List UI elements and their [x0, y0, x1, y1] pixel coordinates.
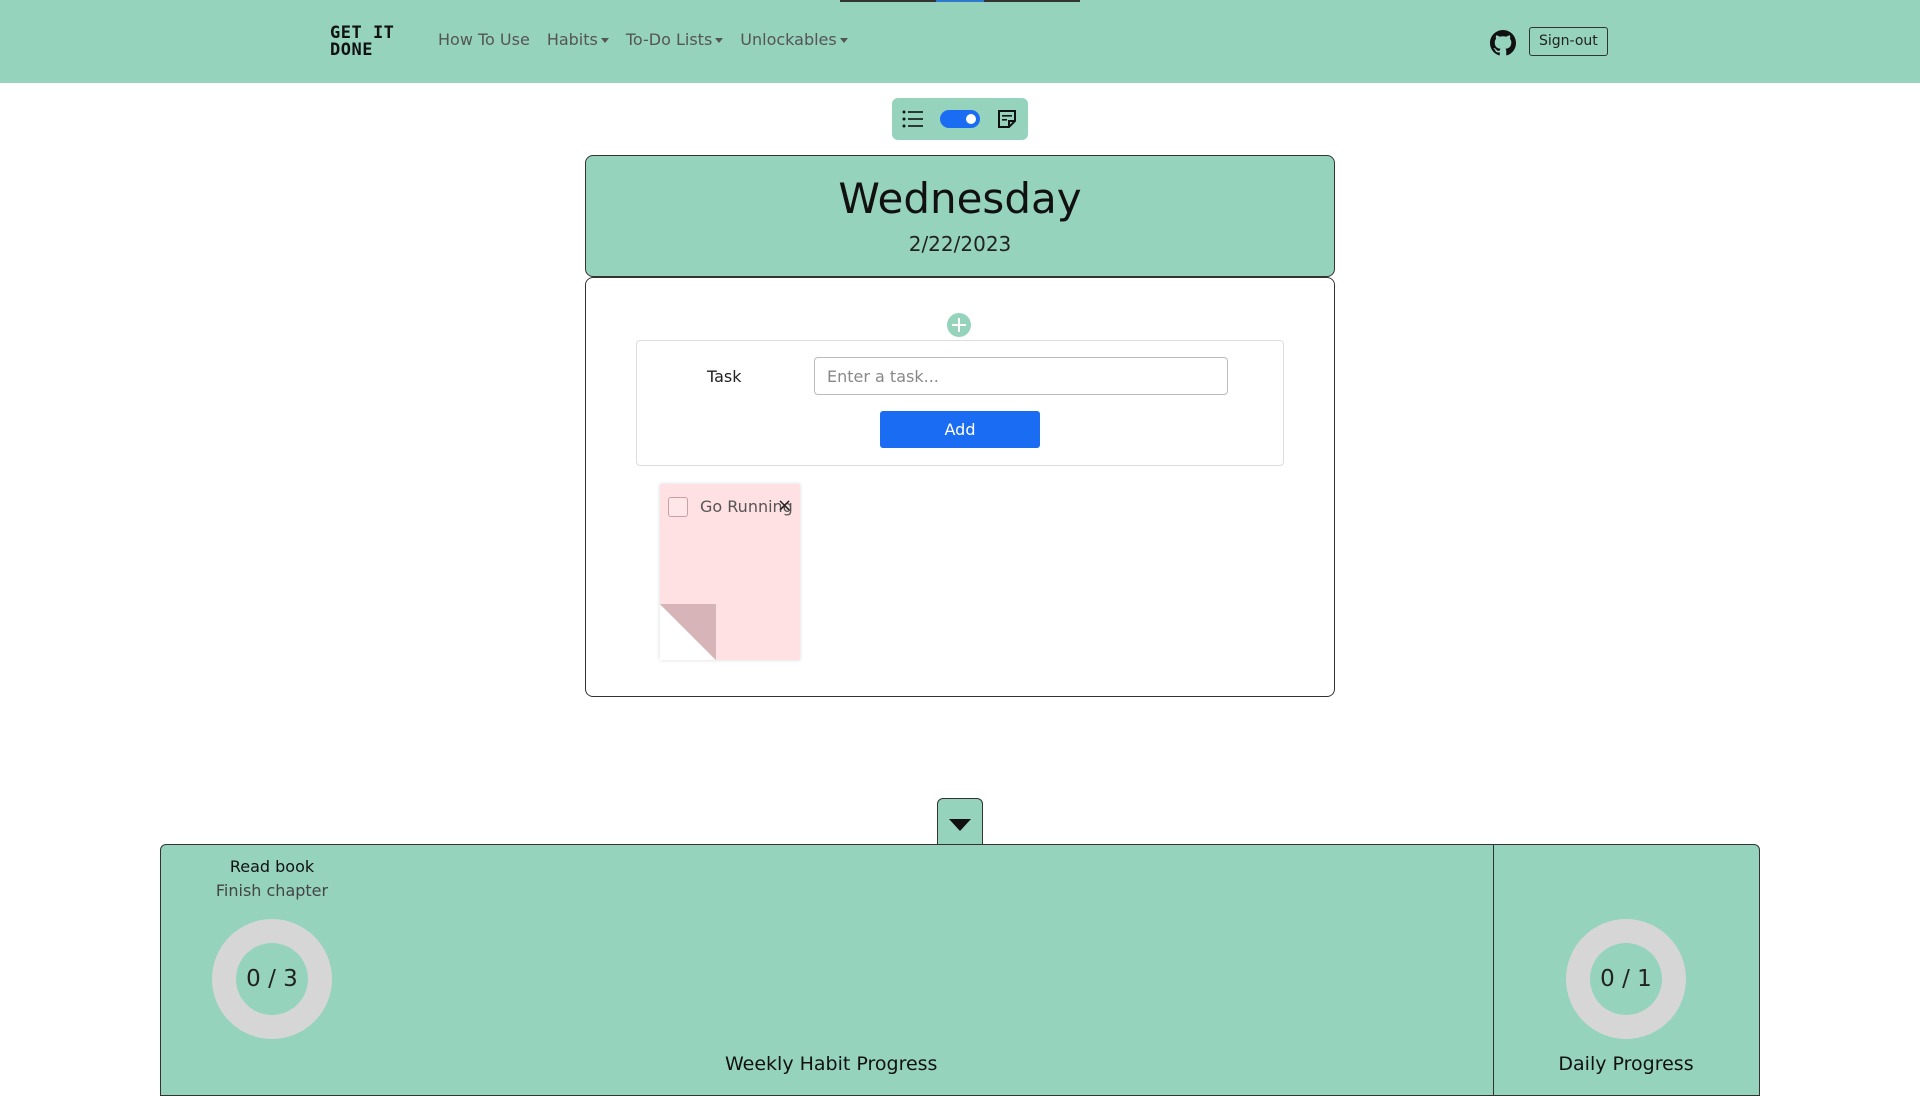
nav-link-how-to-use[interactable]: How To Use — [438, 30, 530, 49]
caret-down-icon — [949, 819, 971, 831]
task-form: Task Add — [636, 340, 1284, 466]
task-card: Task Add Go Running × — [585, 277, 1335, 697]
daily-progress-label: Daily Progress — [1558, 1053, 1694, 1075]
nav-links: How To Use Habits To-Do Lists Unlockable… — [438, 30, 848, 49]
daily-progress-value: 0 / 1 — [1590, 943, 1662, 1015]
collapse-panel-toggle[interactable] — [937, 798, 983, 845]
caret-down-icon — [715, 38, 724, 43]
day-card: Wednesday 2/22/2023 — [585, 155, 1335, 277]
nav-link-label: How To Use — [438, 30, 530, 49]
navbar: GET IT DONE How To Use Habits To-Do List… — [0, 0, 1920, 83]
task-input[interactable] — [814, 357, 1228, 395]
add-task-button[interactable]: Add — [880, 411, 1040, 448]
sticky-note: Go Running × — [660, 484, 800, 660]
caret-down-icon — [839, 38, 848, 43]
nav-dropdown-unlockables[interactable]: Unlockables — [740, 30, 848, 49]
habit-name: Read book — [229, 857, 315, 876]
github-icon[interactable] — [1490, 30, 1516, 56]
switch-knob — [966, 114, 976, 124]
brand-logo[interactable]: GET IT DONE — [330, 25, 394, 59]
signout-button[interactable]: Sign-out — [1529, 27, 1608, 56]
brand-line-2: DONE — [330, 40, 373, 60]
panel-divider — [1493, 845, 1494, 1095]
sticky-note-checkbox[interactable] — [668, 497, 688, 517]
view-mode-switch[interactable] — [940, 110, 980, 128]
nav-link-label: To-Do Lists — [625, 30, 713, 49]
sticky-note-fold — [660, 604, 716, 660]
daily-progress-ring: 0 / 1 — [1566, 919, 1686, 1039]
list-icon[interactable] — [902, 109, 924, 129]
progress-panel: Read book Finish chapter 0 / 3 Weekly Ha… — [160, 844, 1760, 1096]
close-icon[interactable]: × — [777, 496, 792, 516]
nav-link-label: Habits — [546, 30, 598, 49]
weekly-progress-label: Weekly Habit Progress — [725, 1053, 938, 1075]
day-name: Wednesday — [838, 174, 1082, 223]
day-date: 2/22/2023 — [908, 232, 1012, 256]
weekly-progress-ring: 0 / 3 — [212, 919, 332, 1039]
task-label: Task — [707, 367, 742, 386]
nav-link-label: Unlockables — [740, 30, 837, 49]
nav-dropdown-habits[interactable]: Habits — [547, 30, 609, 49]
weekly-progress-value: 0 / 3 — [236, 943, 308, 1015]
view-toggle — [892, 98, 1028, 140]
sticky-note-icon[interactable] — [997, 109, 1017, 129]
nav-dropdown-todo-lists[interactable]: To-Do Lists — [625, 30, 724, 49]
caret-down-icon — [600, 38, 609, 43]
top-progress-accent — [936, 0, 984, 2]
plus-circle-icon[interactable] — [947, 313, 971, 337]
habit-description: Finish chapter — [215, 881, 329, 900]
